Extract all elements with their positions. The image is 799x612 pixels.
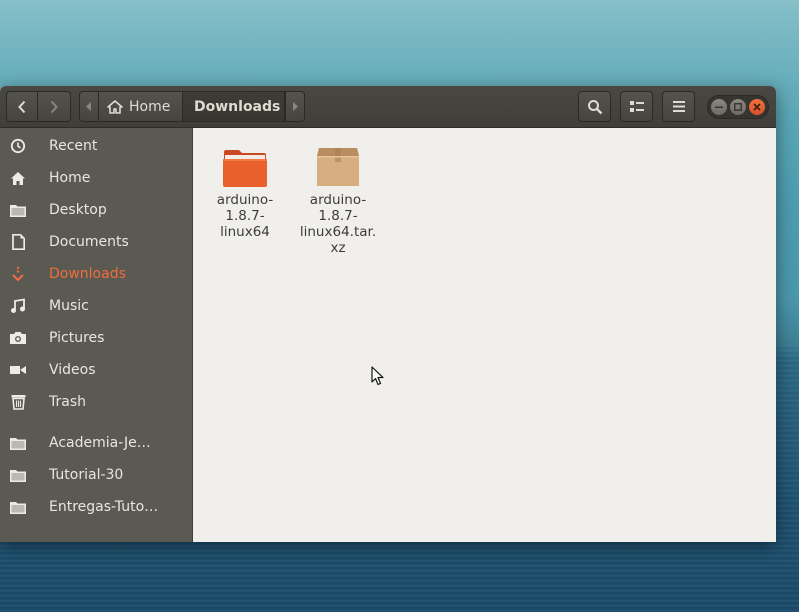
path-segment-home-label: Home (129, 98, 171, 115)
back-button[interactable] (6, 91, 38, 122)
minimize-icon (715, 106, 724, 108)
maximize-icon (733, 103, 742, 111)
chevron-right-icon (50, 100, 58, 113)
download-icon (0, 258, 36, 290)
sidebar-item-label: Home (49, 170, 91, 186)
list-view-icon (629, 100, 644, 112)
sidebar-item-documents[interactable]: Documents (0, 226, 193, 258)
sidebar-item-trash[interactable]: Trash (0, 386, 193, 418)
sidebar-item-recent[interactable]: Recent (0, 130, 193, 162)
sidebar-item-desktop[interactable]: Desktop (0, 194, 193, 226)
archive-icon (293, 140, 383, 188)
sidebar-item-label: Trash (49, 394, 86, 410)
sidebar-item-bookmark-entregas[interactable]: Entregas-Tuto… (0, 491, 193, 523)
triangle-left-icon (86, 102, 91, 111)
search-button[interactable] (578, 91, 611, 122)
file-manager-window: Home Downloads Recent Home Desktop Docum… (0, 86, 776, 542)
search-icon (587, 99, 602, 114)
window-controls (707, 95, 769, 119)
triangle-right-icon (293, 102, 298, 111)
file-item-arduino-archive[interactable]: arduino- 1.8.7- linux64.tar. xz (293, 140, 383, 256)
folder-icon (0, 491, 36, 523)
home-icon (0, 162, 36, 194)
home-icon (107, 99, 123, 114)
sidebar-item-label: Music (49, 298, 89, 314)
path-segment-home[interactable]: Home (99, 91, 183, 122)
sidebar-item-bookmark-academia[interactable]: Academia-Je… (0, 427, 193, 459)
file-name-label: arduino- 1.8.7- linux64 (216, 192, 274, 240)
sidebar-item-label: Tutorial-30 (49, 467, 124, 483)
sidebar-item-videos[interactable]: Videos (0, 354, 193, 386)
folder-icon (0, 194, 36, 226)
maximize-button[interactable] (729, 99, 746, 115)
sidebar-item-downloads[interactable]: Downloads (0, 258, 193, 290)
folder-icon (0, 427, 36, 459)
forward-button[interactable] (37, 91, 71, 122)
sidebar-item-label: Recent (49, 138, 98, 154)
sidebar-item-home[interactable]: Home (0, 162, 193, 194)
close-icon (753, 103, 761, 111)
sidebar-item-music[interactable]: Music (0, 290, 193, 322)
menu-button[interactable] (662, 91, 695, 122)
file-view: arduino- 1.8.7- linux64 arduino- 1.8.7- … (194, 128, 776, 542)
sidebar-item-label: Videos (49, 362, 96, 378)
file-item-arduino-folder[interactable]: arduino- 1.8.7- linux64 (200, 140, 290, 240)
header-bar: Home Downloads (0, 86, 776, 128)
folder-icon (0, 459, 36, 491)
sidebar-item-label: Desktop (49, 202, 107, 218)
path-scroll-right-button[interactable] (285, 91, 305, 122)
sidebar-item-pictures[interactable]: Pictures (0, 322, 193, 354)
music-icon (0, 290, 36, 322)
path-segment-downloads-label: Downloads (194, 98, 281, 115)
camera-icon (0, 322, 36, 354)
orange-folder-icon (200, 140, 290, 188)
hamburger-menu-icon (672, 101, 685, 112)
path-bar: Home Downloads (79, 91, 309, 122)
sidebar-item-bookmark-tutorial[interactable]: Tutorial-30 (0, 459, 193, 491)
view-toggle-button[interactable] (620, 91, 653, 122)
sidebar: Recent Home Desktop Documents Downloads (0, 128, 193, 542)
chevron-left-icon (18, 100, 26, 113)
video-icon (0, 354, 36, 386)
clock-icon (0, 130, 36, 162)
sidebar-item-label: Downloads (49, 266, 126, 282)
file-name-label: arduino- 1.8.7- linux64.tar. xz (299, 192, 377, 256)
close-button[interactable] (748, 99, 765, 115)
document-icon (0, 226, 36, 258)
sidebar-item-label: Pictures (49, 330, 105, 346)
minimize-button[interactable] (711, 99, 728, 115)
sidebar-item-label: Entregas-Tuto… (49, 499, 159, 515)
trash-icon (0, 386, 36, 418)
mouse-pointer-icon (371, 366, 384, 386)
sidebar-item-label: Academia-Je… (49, 435, 151, 451)
path-segment-downloads[interactable]: Downloads (183, 91, 285, 122)
path-scroll-left-button[interactable] (79, 91, 99, 122)
sidebar-item-label: Documents (49, 234, 129, 250)
